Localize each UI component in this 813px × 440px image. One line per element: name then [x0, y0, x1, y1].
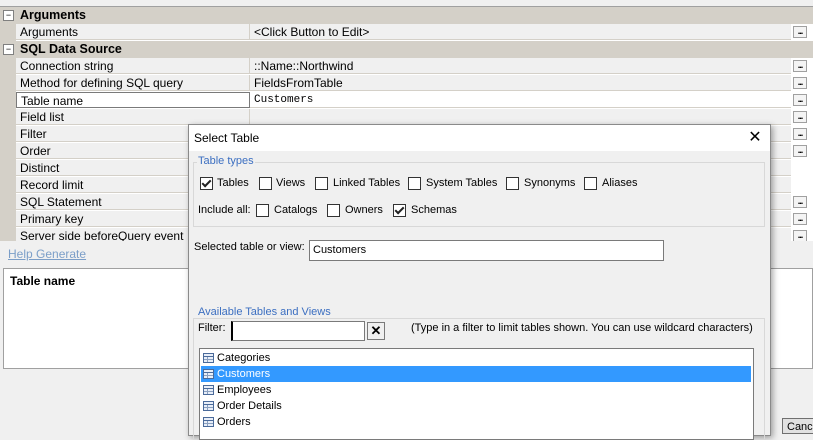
selected-table-label: Selected table or view: [194, 241, 305, 253]
property-row-connection-string[interactable]: Connection string ::Name::Northwind ... [0, 58, 813, 75]
ellipsis-button[interactable]: ... [793, 94, 807, 106]
cancel-button[interactable]: Canc [782, 418, 813, 434]
row-margin [0, 177, 16, 194]
ellipsis-button[interactable]: ... [793, 213, 807, 225]
aliases-checkbox[interactable] [584, 177, 597, 190]
table-types-group [193, 162, 765, 227]
collapse-icon[interactable]: − [3, 44, 14, 55]
tables-label[interactable]: Tables [217, 177, 249, 189]
ellipsis-button[interactable]: ... [793, 128, 807, 140]
clear-filter-icon[interactable]: ✕ [367, 322, 385, 340]
owners-checkbox[interactable] [327, 204, 340, 217]
property-name: Field list [16, 109, 250, 125]
row-margin [0, 24, 16, 41]
views-label[interactable]: Views [276, 177, 305, 189]
system-tables-checkbox[interactable] [408, 177, 421, 190]
table-icon [203, 401, 214, 411]
selected-table-input[interactable]: Customers [309, 240, 664, 261]
collapse-icon[interactable]: − [3, 10, 14, 21]
ellipsis-button[interactable]: ... [793, 26, 807, 38]
catalogs-checkbox[interactable] [256, 204, 269, 217]
row-margin [0, 75, 16, 92]
catalogs-label[interactable]: Catalogs [274, 204, 317, 216]
row-margin [0, 126, 16, 143]
list-item-label: Categories [217, 352, 271, 364]
ellipsis-button[interactable]: ... [793, 111, 807, 123]
views-checkbox[interactable] [259, 177, 272, 190]
owners-label[interactable]: Owners [345, 204, 383, 216]
available-tables-legend: Available Tables and Views [197, 306, 332, 318]
property-name: Table name [16, 92, 250, 108]
list-item-label: Employees [217, 384, 272, 396]
category-label: Arguments [20, 8, 86, 22]
category-label: SQL Data Source [20, 42, 122, 56]
property-value[interactable]: ::Name::Northwind [250, 58, 791, 74]
ellipsis-button[interactable]: ... [793, 77, 807, 89]
table-types-legend: Table types [197, 155, 255, 167]
list-item[interactable]: Order Details [201, 398, 751, 414]
filter-input[interactable] [231, 321, 365, 341]
dialog-title-bar[interactable]: Select Table ✕ [189, 125, 770, 151]
schemas-checkbox[interactable] [393, 204, 406, 217]
table-icon [203, 385, 214, 395]
row-margin [0, 143, 16, 160]
property-value[interactable]: FieldsFromTable [250, 75, 791, 91]
property-name: Arguments [16, 24, 250, 40]
table-icon [203, 417, 214, 427]
category-arguments[interactable]: − Arguments [0, 7, 813, 24]
property-value[interactable]: <Click Button to Edit> [250, 24, 791, 40]
property-name: Connection string [16, 58, 250, 74]
property-row-arguments[interactable]: Arguments <Click Button to Edit> ... [0, 24, 813, 41]
category-sql-data-source[interactable]: − SQL Data Source [0, 41, 813, 58]
ellipsis-button[interactable]: ... [793, 60, 807, 72]
list-item[interactable]: Categories [201, 350, 751, 366]
description-title: Table name [10, 274, 76, 288]
aliases-label[interactable]: Aliases [602, 177, 637, 189]
row-margin [0, 194, 16, 211]
filter-hint: (Type in a filter to limit tables shown.… [411, 322, 753, 334]
select-table-dialog: Select Table ✕ Table types Tables Views … [188, 124, 771, 440]
ellipsis-button[interactable]: ... [793, 230, 807, 241]
synonyms-checkbox[interactable] [506, 177, 519, 190]
row-margin [0, 58, 16, 75]
close-icon[interactable]: ✕ [740, 125, 770, 151]
table-icon [203, 369, 214, 379]
property-value[interactable]: Customers [250, 92, 791, 108]
property-name: Method for defining SQL query [16, 75, 250, 91]
table-icon [203, 353, 214, 363]
ellipsis-button[interactable]: ... [793, 196, 807, 208]
row-margin [0, 228, 16, 241]
row-margin [0, 160, 16, 177]
row-margin [0, 92, 16, 109]
help-generate-link[interactable]: Help Generate [8, 247, 86, 261]
list-item-label: Order Details [217, 400, 282, 412]
include-all-label: Include all: [198, 204, 251, 216]
tables-checkbox[interactable] [200, 177, 213, 190]
dialog-title: Select Table [194, 131, 260, 145]
property-row-method[interactable]: Method for defining SQL query FieldsFrom… [0, 75, 813, 92]
linked-tables-label[interactable]: Linked Tables [333, 177, 400, 189]
tables-list[interactable]: Categories Customers Employees Order Det… [199, 348, 754, 440]
list-item-selected[interactable]: Customers [201, 366, 751, 382]
list-item-label: Customers [217, 368, 271, 380]
synonyms-label[interactable]: Synonyms [524, 177, 575, 189]
ellipsis-button[interactable]: ... [793, 145, 807, 157]
linked-tables-checkbox[interactable] [315, 177, 328, 190]
system-tables-label[interactable]: System Tables [426, 177, 497, 189]
property-value[interactable] [250, 109, 791, 125]
property-row-table-name[interactable]: Table name Customers ... [0, 92, 813, 109]
row-margin [0, 211, 16, 228]
row-margin [0, 109, 16, 126]
filter-label: Filter: [198, 322, 226, 334]
schemas-label[interactable]: Schemas [411, 204, 457, 216]
list-item[interactable]: Employees [201, 382, 751, 398]
